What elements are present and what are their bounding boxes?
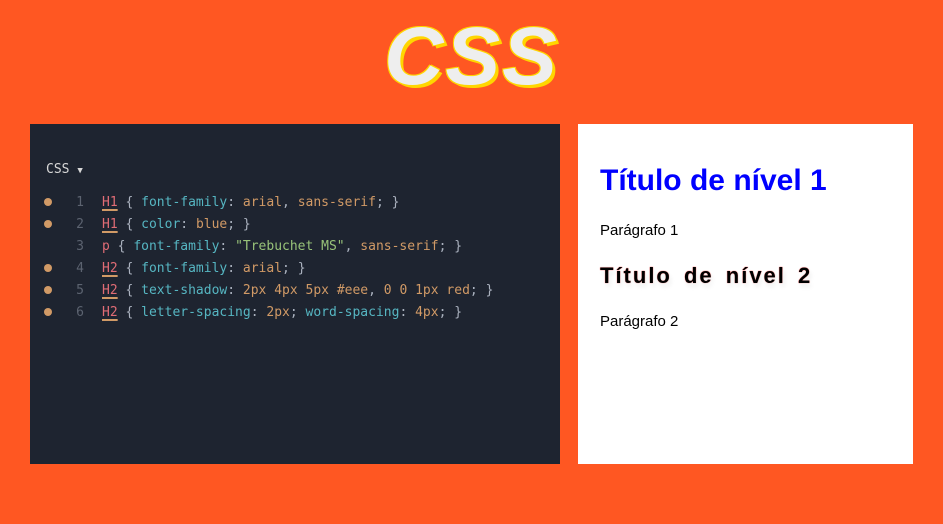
line-number: 5 (62, 283, 84, 298)
code-content: H1 { color: blue; } (102, 217, 251, 232)
lint-dot-icon (44, 242, 52, 250)
code-editor[interactable]: CSS ▼ 1 H1 { font-family: arial, sans-ser… (30, 124, 560, 464)
preview-paragraph-2: Parágrafo 2 (600, 313, 893, 330)
code-lines[interactable]: 1 H1 { font-family: arial, sans-serif; } 2… (30, 191, 560, 323)
page-title: CSS (0, 10, 943, 104)
line-number: 2 (62, 217, 84, 232)
code-content: H2 { letter-spacing: 2px; word-spacing: … (102, 305, 462, 320)
lint-dot-icon (44, 198, 52, 206)
line-number: 6 (62, 305, 84, 320)
preview-h2: Título de nível 2 (600, 263, 893, 289)
editor-tab-css[interactable]: CSS ▼ (30, 144, 560, 191)
preview-paragraph-1: Parágrafo 1 (600, 222, 893, 239)
code-content: H2 { text-shadow: 2px 4px 5px #eee, 0 0 … (102, 283, 493, 298)
chevron-down-icon: ▼ (77, 166, 82, 176)
content-row: CSS ▼ 1 H1 { font-family: arial, sans-ser… (0, 124, 943, 464)
line-number: 4 (62, 261, 84, 276)
code-line[interactable]: 6 H2 { letter-spacing: 2px; word-spacing:… (38, 301, 560, 323)
code-line[interactable]: 1 H1 { font-family: arial, sans-serif; } (38, 191, 560, 213)
code-content: H2 { font-family: arial; } (102, 261, 306, 276)
lint-dot-icon (44, 308, 52, 316)
header: CSS (0, 0, 943, 124)
code-content: p { font-family: "Trebuchet MS", sans-se… (102, 239, 462, 254)
lint-dot-icon (44, 264, 52, 272)
line-number: 1 (62, 195, 84, 210)
lint-dot-icon (44, 220, 52, 228)
line-number: 3 (62, 239, 84, 254)
preview-pane: Título de nível 1 Parágrafo 1 Título de … (578, 124, 913, 464)
editor-tab-label: CSS (46, 162, 69, 177)
preview-h1: Título de nível 1 (600, 164, 893, 198)
lint-dot-icon (44, 286, 52, 294)
code-line[interactable]: 5 H2 { text-shadow: 2px 4px 5px #eee, 0 0… (38, 279, 560, 301)
code-content: H1 { font-family: arial, sans-serif; } (102, 195, 399, 210)
code-line[interactable]: 3 p { font-family: "Trebuchet MS", sans-s… (38, 235, 560, 257)
code-line[interactable]: 2 H1 { color: blue; } (38, 213, 560, 235)
code-line[interactable]: 4 H2 { font-family: arial; } (38, 257, 560, 279)
